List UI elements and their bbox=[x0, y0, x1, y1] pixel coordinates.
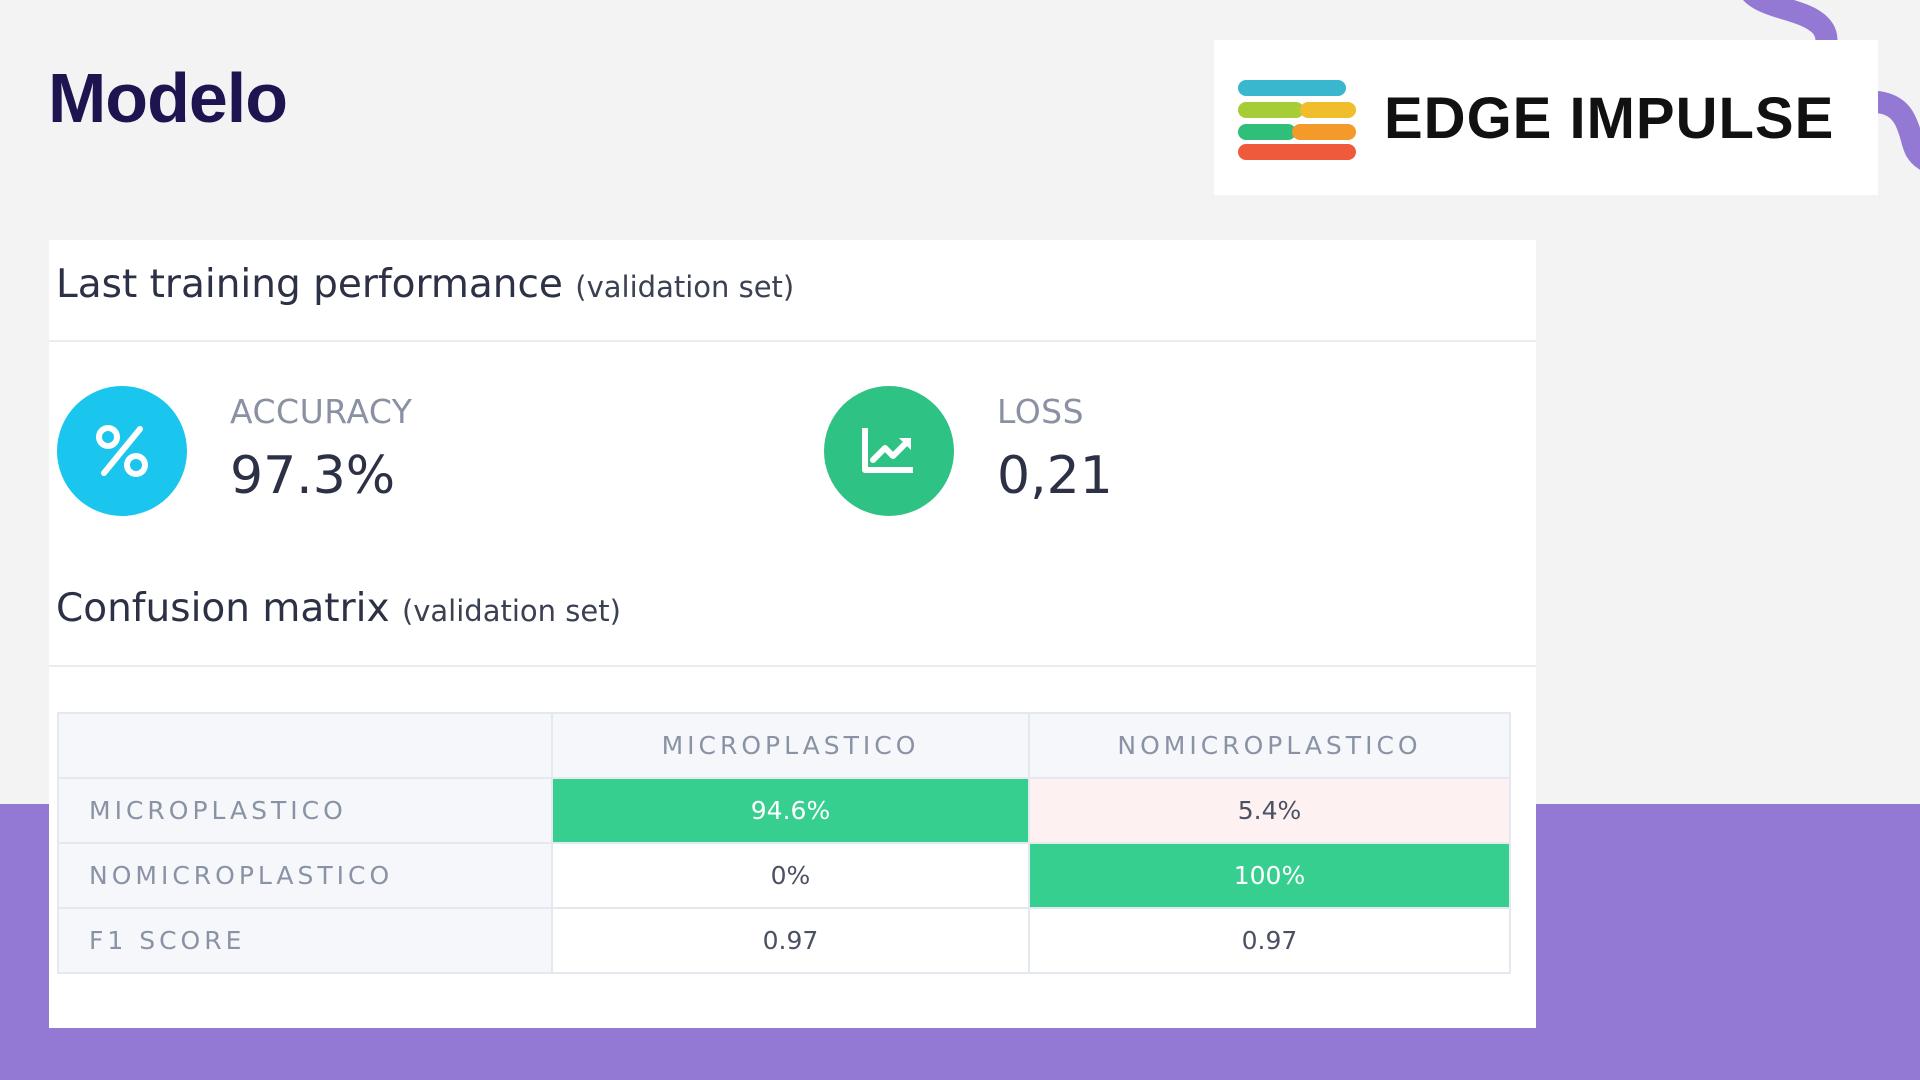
performance-title: Last training performance bbox=[56, 262, 563, 307]
logo-wordmark: EDGE IMPULSE bbox=[1384, 86, 1835, 151]
f1-score-cell: 0.97 bbox=[1028, 907, 1511, 974]
table-row: NOMICROPLASTICO 0% 100% bbox=[57, 842, 1511, 909]
row-header: F1 SCORE bbox=[57, 907, 553, 974]
matrix-cell: 94.6% bbox=[551, 777, 1030, 844]
performance-subtitle: (validation set) bbox=[575, 270, 795, 304]
column-header: NOMICROPLASTICO bbox=[1028, 712, 1511, 779]
accuracy-value: 97.3% bbox=[230, 446, 396, 506]
divider bbox=[49, 340, 1536, 342]
page-title: Modelo bbox=[48, 59, 288, 137]
confusion-subtitle: (validation set) bbox=[401, 594, 621, 628]
accuracy-badge bbox=[57, 386, 187, 516]
confusion-title: Confusion matrix bbox=[56, 586, 390, 631]
loss-label: LOSS bbox=[997, 392, 1085, 431]
trend-chart-icon bbox=[862, 428, 913, 473]
column-header: MICROPLASTICO bbox=[551, 712, 1030, 779]
divider bbox=[49, 665, 1536, 667]
matrix-cell: 100% bbox=[1028, 842, 1511, 909]
matrix-cell: 5.4% bbox=[1028, 777, 1511, 844]
confusion-heading: Confusion matrix (validation set) bbox=[56, 586, 621, 631]
corner-cell bbox=[57, 712, 553, 779]
performance-heading: Last training performance (validation se… bbox=[56, 262, 794, 307]
table-header-row: MICROPLASTICO NOMICROPLASTICO bbox=[57, 712, 1511, 779]
loss-value: 0,21 bbox=[997, 446, 1113, 506]
accuracy-label: ACCURACY bbox=[230, 392, 413, 431]
table-row: F1 SCORE 0.97 0.97 bbox=[57, 907, 1511, 974]
loss-badge bbox=[824, 386, 954, 516]
matrix-cell: 0% bbox=[551, 842, 1030, 909]
edge-impulse-logo: EDGE IMPULSE bbox=[1214, 40, 1878, 195]
row-header: NOMICROPLASTICO bbox=[57, 842, 553, 909]
edge-impulse-logo-mark-icon bbox=[1238, 80, 1356, 160]
table-row: MICROPLASTICO 94.6% 5.4% bbox=[57, 777, 1511, 844]
percent-icon bbox=[96, 425, 148, 477]
training-performance-panel: Last training performance (validation se… bbox=[49, 240, 1536, 1028]
row-header: MICROPLASTICO bbox=[57, 777, 553, 844]
f1-score-cell: 0.97 bbox=[551, 907, 1030, 974]
confusion-matrix-table: MICROPLASTICO NOMICROPLASTICO MICROPLAST… bbox=[57, 712, 1511, 974]
